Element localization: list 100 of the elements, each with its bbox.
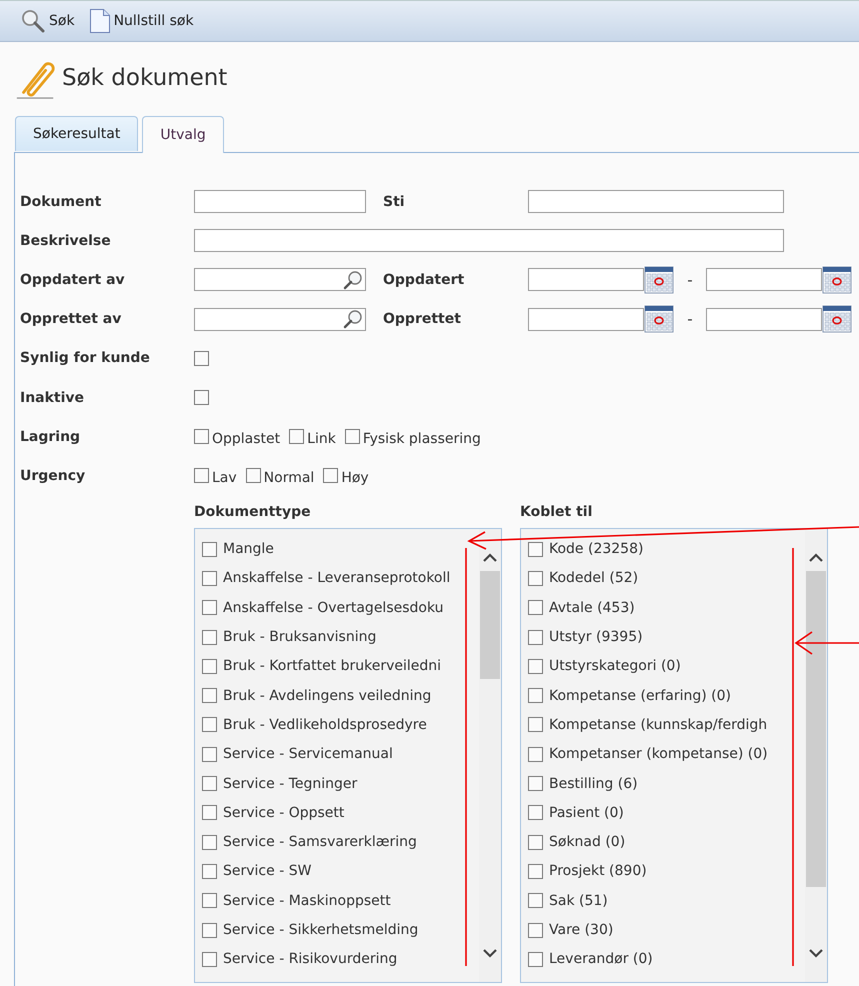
date-field[interactable] [706,308,822,331]
range-separator: - [686,310,694,328]
input-field[interactable] [194,229,784,252]
search-icon [20,9,46,33]
calendar-icon[interactable] [644,266,674,294]
list-item-label[interactable]: Bruk - Avdelingens veiledning [223,688,432,704]
checkbox[interactable] [528,805,543,820]
checkbox[interactable] [202,658,217,674]
lookup-field[interactable] [194,308,366,331]
list-item-label[interactable]: Kompetanse (erfaring) (0) [549,688,731,704]
checkbox[interactable] [202,570,217,586]
toolbar-button[interactable]: Nullstill søk [84,8,198,34]
checkbox[interactable] [528,630,543,645]
checkbox[interactable] [528,893,543,908]
checkbox[interactable] [202,952,217,967]
list-item-label[interactable]: Bruk - Kortfattet brukerveiledni [223,658,442,674]
search-icon[interactable] [343,309,363,330]
chevron-up-icon[interactable] [808,552,824,562]
field-label: Oppdatert av [20,272,126,288]
list-item-label[interactable]: Service - Samsvarerklæring [223,834,417,850]
checkbox[interactable] [344,429,360,444]
checkbox[interactable] [202,688,217,704]
list-item-label[interactable]: Service - Servicemanual [223,746,393,762]
checkbox[interactable] [289,429,304,444]
checkbox[interactable] [528,542,543,557]
list-item-label[interactable]: Bruk - Bruksanvisning [223,629,376,646]
checkbox[interactable] [528,922,543,938]
lookup-field[interactable] [194,268,366,292]
checkbox[interactable] [202,630,217,645]
list-item-label[interactable]: Leverandør (0) [549,951,653,968]
checkbox[interactable] [528,688,543,704]
list-item-label[interactable]: Anskaffelse - Leveranseprotokoll [223,570,450,586]
calendar-icon[interactable] [644,305,674,334]
list-item-label[interactable]: Mangle [223,541,274,558]
list-item-label[interactable]: Pasient (0) [549,804,624,821]
input-field[interactable] [194,190,366,214]
checkbox[interactable] [202,746,217,762]
list-item-label[interactable]: Utstyrskategori (0) [549,658,681,674]
checkbox[interactable] [323,468,338,484]
list-item-label[interactable]: Søknad (0) [549,834,626,850]
list-item-label[interactable]: Anskaffelse - Overtagelsesdoku [223,600,444,616]
list-item-label[interactable]: Kompetanser (kompetanse) (0) [549,746,768,762]
chevron-down-icon[interactable] [808,948,824,958]
field-label: Sti [383,194,406,210]
list-item-label[interactable]: Sak (51) [549,892,608,909]
checkbox[interactable] [246,468,261,484]
list-item-label[interactable]: Service - Maskinoppsett [223,892,391,909]
scrollbar-thumb[interactable] [806,570,826,886]
tab[interactable]: Utvalg [142,116,224,153]
checkbox[interactable] [528,746,543,762]
search-icon[interactable] [343,270,363,290]
chevron-up-icon[interactable] [482,552,498,562]
list-item-label[interactable]: Service - SW [223,863,312,880]
list-item-label[interactable]: Service - Risikovurdering [223,951,398,968]
scrollbar-thumb[interactable] [480,570,500,678]
option-label: Normal [264,468,314,486]
list-item-label[interactable]: Kompetanse (kunnskap/ferdigh [549,716,768,733]
checkbox[interactable] [202,893,217,908]
date-field[interactable] [528,308,644,331]
checkbox[interactable] [528,776,543,792]
list-item-label[interactable]: Service - Oppsett [223,804,344,821]
checkbox[interactable] [202,922,217,938]
list-item-label[interactable]: Avtale (453) [549,600,635,616]
checkbox[interactable] [528,570,543,586]
checkbox[interactable] [202,776,217,792]
checkbox[interactable] [202,600,217,616]
checkbox[interactable] [528,834,543,850]
list-item-label[interactable]: Kodedel (52) [549,570,638,586]
checkbox[interactable] [202,717,217,732]
toolbar-button[interactable]: Søk [16,9,79,33]
input-field[interactable] [528,190,784,214]
tab[interactable]: Søkeresultat [15,116,138,151]
checkbox[interactable] [528,952,543,967]
list-item-label[interactable]: Bruk - Vedlikeholdsprosedyre [223,716,427,733]
list-item-label[interactable]: Vare (30) [549,922,614,938]
list-item-label[interactable]: Kode (23258) [549,541,644,558]
list-item-label[interactable]: Bestilling (6) [549,776,638,792]
checkbox[interactable] [202,864,217,879]
checkbox[interactable] [194,468,209,484]
calendar-icon[interactable] [822,305,852,334]
field-label: Inaktive [20,390,86,406]
list-item-label[interactable]: Service - Tegninger [223,776,358,792]
list-item-label[interactable]: Prosjekt (890) [549,863,647,880]
list-item-label[interactable]: Utstyr (9395) [549,629,643,646]
calendar-icon[interactable] [822,266,852,294]
chevron-down-icon[interactable] [482,948,498,958]
list-item-label[interactable]: Service - Sikkerhetsmelding [223,922,418,938]
checkbox[interactable] [194,350,209,366]
checkbox[interactable] [528,600,543,616]
checkbox[interactable] [528,717,543,732]
checkbox[interactable] [202,542,217,557]
date-field[interactable] [528,268,644,292]
checkbox[interactable] [528,864,543,879]
checkbox[interactable] [202,805,217,820]
checkbox[interactable] [202,834,217,850]
checkbox[interactable] [528,658,543,674]
checkbox[interactable] [194,390,209,406]
date-field[interactable] [706,268,822,292]
option-label: Opplastet [212,430,280,447]
checkbox[interactable] [194,429,209,444]
